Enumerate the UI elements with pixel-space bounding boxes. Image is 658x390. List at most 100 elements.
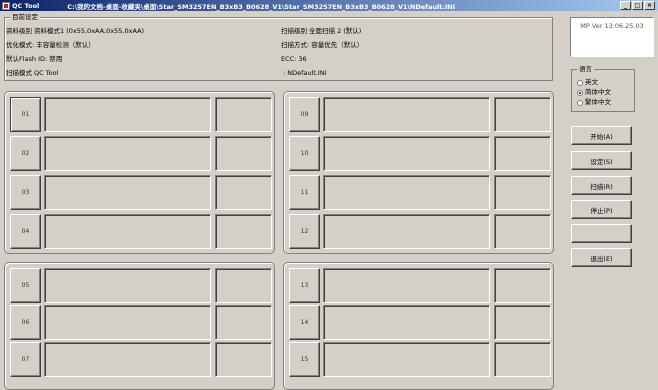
exit-button[interactable]: 退出(E) xyxy=(571,248,632,267)
language-english-label: 英文 xyxy=(585,78,598,86)
scan-method-line: 扫描方式: 容量优先（默认） xyxy=(281,41,363,50)
port-slot: 14 xyxy=(289,305,551,341)
port-slot: 12 xyxy=(289,214,551,250)
port-group-top-left: 01 02 03 04 xyxy=(4,91,275,254)
flash-id-line: 默认Flash ID: 禁用 xyxy=(6,55,62,64)
port-number-button[interactable]: 10 xyxy=(289,136,320,171)
language-group: 语言 英文 简体中文 繁体中文 xyxy=(571,65,635,112)
maximize-button[interactable]: □ xyxy=(632,1,643,10)
port-number-button[interactable]: 01 xyxy=(10,97,41,132)
close-button[interactable]: × xyxy=(644,1,655,10)
window-controls: _ □ × xyxy=(620,1,655,10)
optimize-label: 优化模式: xyxy=(6,41,35,49)
ecc-label: ECC: xyxy=(281,55,297,63)
flash-id-value: 禁用 xyxy=(49,55,63,63)
port-number-button[interactable]: 03 xyxy=(10,175,41,210)
port-status-panel xyxy=(44,97,211,132)
port-slot: 13 xyxy=(289,268,551,304)
port-slot: 15 xyxy=(289,342,551,378)
settings-button[interactable]: 设定(S) xyxy=(571,151,632,170)
port-number-button[interactable]: 15 xyxy=(289,342,320,377)
ini-file-value: : NDefault.INI xyxy=(283,69,327,77)
port-status-panel xyxy=(44,214,211,249)
radio-english[interactable] xyxy=(577,79,583,86)
port-info-panel xyxy=(215,305,272,340)
minimize-button[interactable]: _ xyxy=(620,1,631,10)
language-option-english[interactable]: 英文 xyxy=(577,78,598,87)
port-number-button[interactable]: 11 xyxy=(289,175,320,210)
scan-mode-line: 扫描模式 QC Tool xyxy=(6,69,58,78)
blank-button[interactable] xyxy=(571,224,632,243)
port-slot: 07 xyxy=(10,342,272,378)
port-info-panel xyxy=(494,214,551,249)
scan-level-value: 全面扫描 2 (默认) xyxy=(309,27,362,35)
port-info-panel xyxy=(215,342,272,377)
port-status-panel xyxy=(323,342,490,377)
flash-id-label: 默认Flash ID: xyxy=(6,55,48,63)
language-option-traditional-chinese[interactable]: 繁体中文 xyxy=(577,98,611,107)
port-slot: 05 xyxy=(10,268,272,304)
app-icon xyxy=(2,1,10,10)
port-slot: 03 xyxy=(10,175,272,211)
port-info-panel xyxy=(494,268,551,303)
optimize-line: 优化模式: 丰容量检测（默认） xyxy=(6,41,95,50)
port-info-panel xyxy=(215,175,272,210)
port-status-panel xyxy=(323,268,490,303)
port-status-panel xyxy=(323,175,490,210)
port-number-button[interactable]: 04 xyxy=(10,214,41,249)
scan-mode-label: 扫描模式 xyxy=(6,69,32,77)
scan-button[interactable]: 扫描(R) xyxy=(571,176,632,195)
data-level-label: 资料级别 xyxy=(6,27,32,35)
start-button[interactable]: 开始(A) xyxy=(571,126,632,145)
language-traditional-label: 繁体中文 xyxy=(585,98,611,106)
port-info-panel xyxy=(494,305,551,340)
port-status-panel xyxy=(44,175,211,210)
language-caption: 语言 xyxy=(577,65,594,74)
scan-level-label: 扫描级别 xyxy=(281,27,307,35)
stop-button[interactable]: 停止(P) xyxy=(571,200,632,219)
title-bar: QC Tool C:\我的文档-桌面-收藏夹\桌面\Star_SM3257EN_… xyxy=(0,0,658,11)
port-number-button[interactable]: 12 xyxy=(289,214,320,249)
window-title: QC Tool xyxy=(12,1,40,10)
language-simplified-label: 简体中文 xyxy=(585,88,611,96)
optimize-value: 丰容量检测（默认） xyxy=(36,41,95,49)
port-status-panel xyxy=(323,97,490,132)
port-info-panel xyxy=(215,97,272,132)
port-info-panel xyxy=(215,136,272,171)
port-number-button[interactable]: 02 xyxy=(10,136,41,171)
port-info-panel xyxy=(215,268,272,303)
current-settings-group: 目前设定 资料级别 资料模式1 (0x55,0xAA,0x55,0xAA) 优化模… xyxy=(4,13,553,81)
port-info-panel xyxy=(494,175,551,210)
scan-mode-value: QC Tool xyxy=(34,69,59,77)
port-slot: 10 xyxy=(289,136,551,172)
current-settings-caption: 目前设定 xyxy=(10,13,40,22)
ecc-value: 36 xyxy=(298,55,307,63)
port-status-panel xyxy=(323,214,490,249)
port-number-button[interactable]: 05 xyxy=(10,268,41,303)
port-slot: 04 xyxy=(10,214,272,250)
port-number-button[interactable]: 09 xyxy=(289,97,320,132)
port-slot: 11 xyxy=(289,175,551,211)
port-status-panel xyxy=(44,342,211,377)
port-group-bottom-left: 05 06 07 xyxy=(4,262,275,390)
radio-simplified-chinese[interactable] xyxy=(577,89,583,96)
radio-traditional-chinese[interactable] xyxy=(577,99,583,106)
data-level-value: 资料模式1 (0x55,0xAA,0x55,0xAA) xyxy=(34,27,145,35)
port-status-panel xyxy=(44,136,211,171)
language-option-simplified-chinese[interactable]: 简体中文 xyxy=(577,88,611,97)
ecc-line: ECC: 36 xyxy=(281,55,307,64)
port-number-button[interactable]: 13 xyxy=(289,268,320,303)
port-status-panel xyxy=(44,268,211,303)
port-number-button[interactable]: 06 xyxy=(10,305,41,340)
port-slot: 06 xyxy=(10,305,272,341)
data-level-line: 资料级别 资料模式1 (0x55,0xAA,0x55,0xAA) xyxy=(6,27,144,36)
port-number-button[interactable]: 07 xyxy=(10,342,41,377)
port-slot: 09 xyxy=(289,97,551,133)
version-display: MP Ver 13.06.25.03 xyxy=(570,17,654,57)
scan-method-value: 容量优先（默认） xyxy=(311,41,364,49)
port-number-button[interactable]: 14 xyxy=(289,305,320,340)
port-info-panel xyxy=(494,342,551,377)
port-info-panel xyxy=(494,136,551,171)
window-path: C:\我的文档-桌面-收藏夹\桌面\Star_SM3257EN_B3xB3_B0… xyxy=(67,2,456,11)
port-group-bottom-right: 13 14 15 xyxy=(283,262,554,390)
